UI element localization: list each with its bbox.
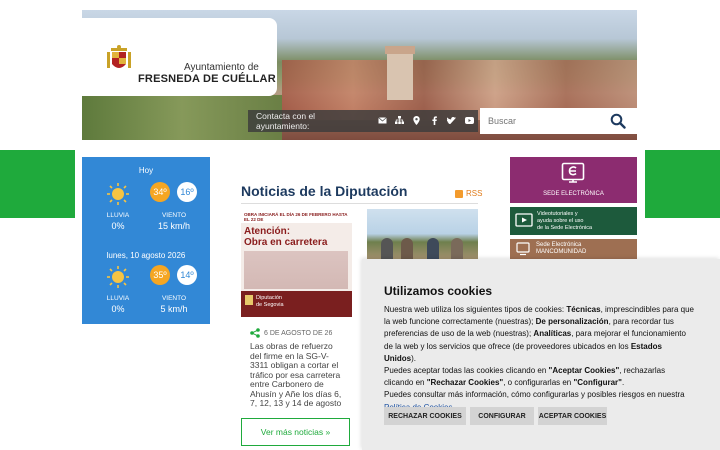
location-icon[interactable] <box>408 115 425 127</box>
configure-cookies-button[interactable]: CONFIGURAR <box>470 407 534 425</box>
news-card-1-date: 6 DE AGOSTO DE 26 <box>264 329 333 337</box>
diputacion-logo-icon <box>245 295 253 305</box>
green-band-left <box>0 150 75 218</box>
news-card-1-image-top: OBRA INICIARÁ EL DÍA 26 DE FEBRERO HASTA… <box>241 209 352 223</box>
mail-icon[interactable] <box>373 116 390 126</box>
news-card-1-image[interactable]: OBRA INICIARÁ EL DÍA 26 DE FEBRERO HASTA… <box>241 209 352 317</box>
video-tutorials-banner[interactable]: Videotutoriales y ayuda sobre el uso de … <box>510 207 637 235</box>
cookie-text: Nuestra web utiliza los siguientes tipos… <box>384 304 696 414</box>
coat-of-arms-icon <box>107 45 131 68</box>
rss-label: RSS <box>466 189 483 198</box>
weather-tomorrow-max: 35º <box>150 265 170 285</box>
twitter-icon[interactable] <box>443 116 460 126</box>
mancomunidad-label: Sede Electrónica MANCOMUNIDAD <box>536 242 587 256</box>
site-logo[interactable]: Ayuntamiento de FRESNEDA DE CUÉLLAR <box>82 18 277 96</box>
weather-today-rain-value: 0% <box>111 221 125 231</box>
green-band-right <box>645 150 720 218</box>
weather-tomorrow-wind-label: VIENTO <box>161 295 187 302</box>
facebook-icon[interactable] <box>426 115 443 127</box>
contact-label: Contacta con el ayuntamiento: <box>256 111 316 131</box>
logo-line-1: Ayuntamiento de <box>184 62 259 73</box>
more-news-button[interactable]: Ver más noticias » <box>241 418 350 446</box>
news-card-1-image-heading: Atención: Obra en carretera <box>244 226 328 248</box>
logo-line-2: FRESNEDA DE CUÉLLAR <box>138 73 276 85</box>
weather-today-wind-value: 15 km/h <box>157 221 190 231</box>
news-section-title: Noticias de la Diputación <box>241 183 408 199</box>
mancomunidad-banner[interactable]: Sede Electrónica MANCOMUNIDAD <box>510 239 637 259</box>
weather-tomorrow-min: 14º <box>177 265 197 285</box>
youtube-icon[interactable] <box>461 116 478 126</box>
share-icon[interactable] <box>250 328 260 338</box>
weather-today-max: 34º <box>150 182 170 202</box>
weather-today-min: 16º <box>177 182 197 202</box>
weather-today-rain-label: LLUVIA <box>106 212 130 219</box>
weather-today-label: Hoy <box>138 166 154 175</box>
search-box <box>480 108 637 134</box>
news-card-1-meta: 6 DE AGOSTO DE 26 <box>250 328 332 338</box>
contact-bar: Contacta con el ayuntamiento: <box>248 110 478 132</box>
sede-electronica-label: SEDE ELECTRÓNICA <box>543 191 604 197</box>
news-card-2-image[interactable] <box>367 209 478 264</box>
sun-icon <box>107 183 129 205</box>
sede-electronica-banner[interactable]: SEDE ELECTRÓNICA <box>510 157 637 203</box>
accept-cookies-button[interactable]: ACEPTAR COOKIES <box>538 407 607 425</box>
news-divider <box>241 203 478 204</box>
sede-electronica-icon <box>561 162 585 183</box>
video-tutorials-label: Videotutoriales y ayuda sobre el uso de … <box>537 211 593 232</box>
weather-tomorrow-rain-value: 0% <box>111 304 125 314</box>
weather-widget: Hoy 34º 16º LLUVIA VIENTO 0% 15 km/h lun… <box>82 157 210 324</box>
weather-today-wind-label: VIENTO <box>161 212 187 219</box>
video-icon <box>515 213 533 227</box>
news-card-1-text[interactable]: Las obras de refuerzo del firme en la SG… <box>250 341 346 409</box>
rss-icon <box>455 189 463 198</box>
weather-tomorrow-label: lunes, 10 agosto 2026 <box>106 251 186 260</box>
news-card-1-image-body <box>244 251 348 289</box>
cookie-banner: Utilizamos cookies Nuestra web utiliza l… <box>362 259 720 450</box>
news-card-1-image-logo-text: Diputación de Segovia <box>256 295 284 308</box>
sun-icon <box>107 266 129 288</box>
mancomunidad-icon <box>516 242 530 256</box>
weather-tomorrow-wind-value: 5 km/h <box>160 304 188 314</box>
page: Ayuntamiento de FRESNEDA DE CUÉLLAR Cont… <box>0 0 720 450</box>
search-input[interactable] <box>480 116 610 126</box>
banner-church-tower <box>385 46 415 100</box>
search-icon[interactable] <box>610 113 626 129</box>
cookie-title: Utilizamos cookies <box>384 284 493 298</box>
sitemap-icon[interactable] <box>391 116 408 126</box>
rss-link[interactable]: RSS <box>455 189 482 198</box>
weather-tomorrow-rain-label: LLUVIA <box>106 295 130 302</box>
reject-cookies-button[interactable]: RECHAZAR COOKIES <box>384 407 466 425</box>
